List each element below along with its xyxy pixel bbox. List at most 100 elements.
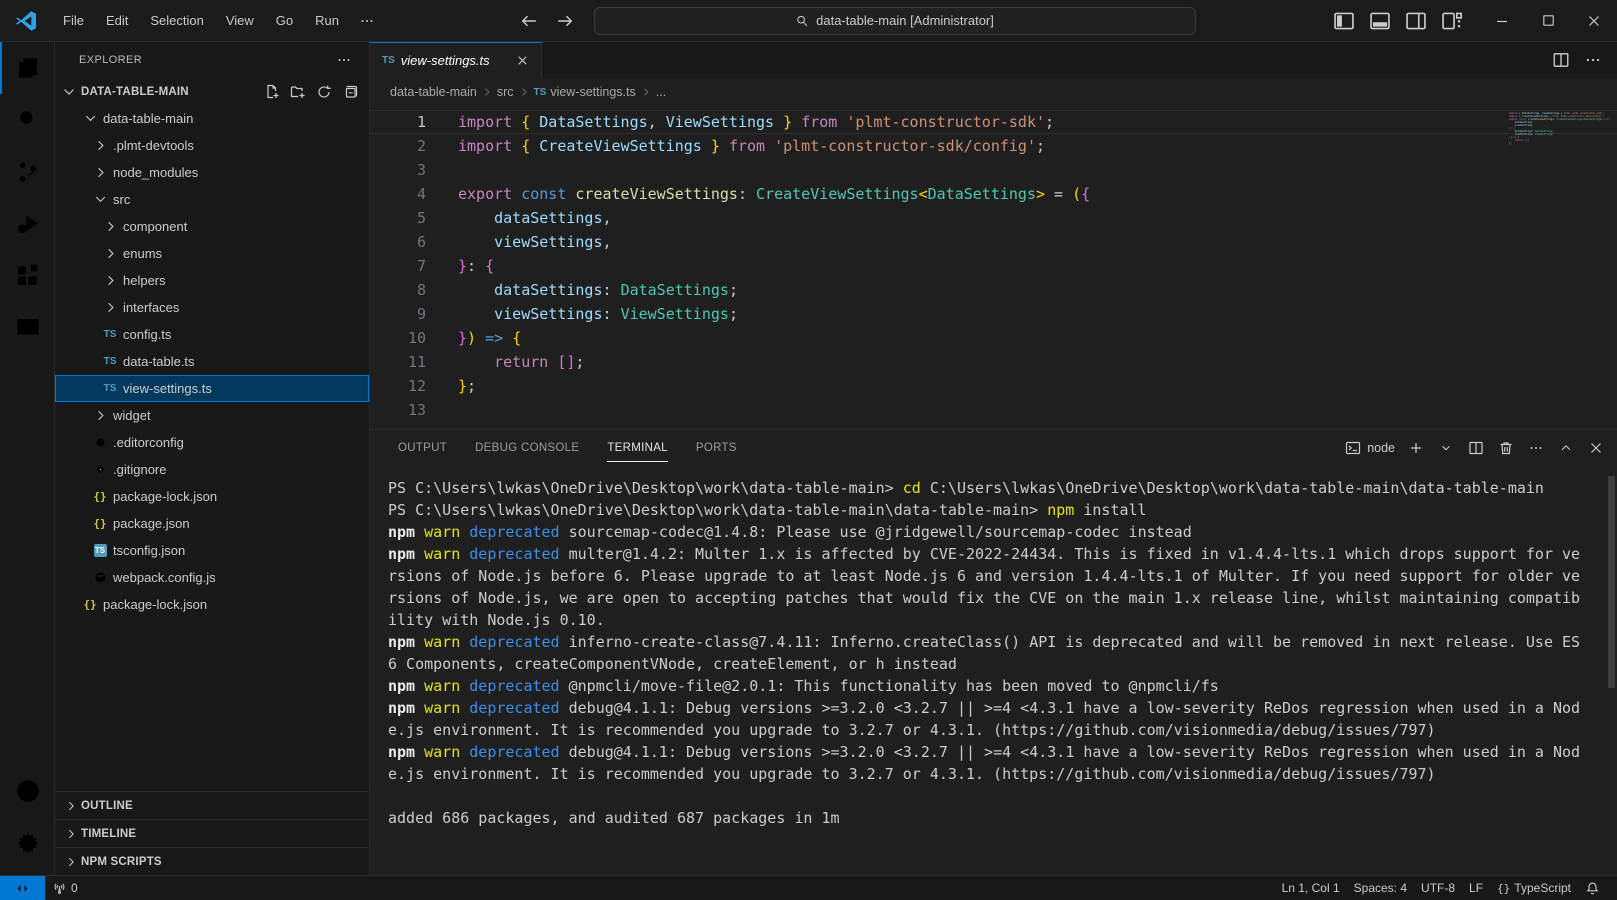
code-line-10[interactable]: 10}) => { — [370, 326, 1617, 350]
breadcrumb-item-data-table-main[interactable]: data-table-main — [390, 85, 477, 99]
tree-item-component[interactable]: component — [55, 213, 369, 240]
terminal-icon — [1344, 439, 1362, 457]
tree-item-data-table.ts[interactable]: TSdata-table.ts — [55, 348, 369, 375]
nav-forward-button[interactable] — [554, 10, 576, 32]
editor-more-actions-icon[interactable] — [1583, 50, 1603, 70]
breadcrumb-item-view-settings.ts[interactable]: TSview-settings.ts — [534, 85, 636, 99]
new-terminal-icon[interactable] — [1407, 439, 1425, 457]
code-line-7[interactable]: 7}: { — [370, 254, 1617, 278]
gear-file-icon — [91, 434, 109, 452]
code-line-8[interactable]: 8 dataSettings: DataSettings; — [370, 278, 1617, 302]
close-panel-icon[interactable] — [1587, 439, 1605, 457]
split-terminal-icon[interactable] — [1467, 439, 1485, 457]
activity-settings-icon[interactable] — [0, 817, 54, 869]
close-button[interactable] — [1571, 0, 1617, 42]
tree-item-package-lock.json[interactable]: {}package-lock.json — [55, 483, 369, 510]
maximize-button[interactable] — [1525, 0, 1571, 42]
tree-item-.gitignore[interactable]: .gitignore — [55, 456, 369, 483]
tree-item-config.ts[interactable]: TSconfig.ts — [55, 321, 369, 348]
tree-item-node-modules[interactable]: node_modules — [55, 159, 369, 186]
menu-view[interactable]: View — [215, 8, 265, 33]
terminal-shell-badge[interactable]: node — [1344, 439, 1395, 457]
remote-indicator[interactable] — [0, 876, 45, 900]
nav-back-button[interactable] — [518, 10, 540, 32]
status-lf[interactable]: LF — [1462, 881, 1490, 895]
status-typescript[interactable]: {}TypeScript — [1490, 881, 1578, 895]
code-editor[interactable]: 1import { DataSettings, ViewSettings } f… — [370, 106, 1617, 429]
activity-remote-explorer-icon[interactable] — [0, 302, 54, 354]
code-line-1[interactable]: 1import { DataSettings, ViewSettings } f… — [370, 110, 1617, 134]
minimap[interactable]: import { DataSettings, ViewSettings } fr… — [1509, 112, 1601, 145]
minimize-button[interactable] — [1479, 0, 1525, 42]
new-file-icon[interactable] — [263, 83, 281, 101]
code-line-11[interactable]: 11 return []; — [370, 350, 1617, 374]
menu-selection[interactable]: Selection — [139, 8, 214, 33]
tree-item-tsconfig.json[interactable]: TStsconfig.json — [55, 537, 369, 564]
activity-extensions-icon[interactable] — [0, 250, 54, 302]
refresh-icon[interactable] — [315, 83, 333, 101]
toggle-sidebar-icon[interactable] — [1331, 8, 1357, 34]
sidebar-section-outline[interactable]: OUTLINE — [55, 791, 369, 819]
tab-close-icon[interactable] — [513, 52, 531, 70]
status-notifications[interactable] — [1578, 881, 1607, 896]
panel-tab-debug-console[interactable]: DEBUG CONSOLE — [475, 433, 579, 462]
code-line-3[interactable]: 3 — [370, 158, 1617, 182]
activity-explorer-icon[interactable] — [0, 42, 54, 94]
activity-run-debug-icon[interactable] — [0, 198, 54, 250]
status-utf-8[interactable]: UTF-8 — [1414, 881, 1462, 895]
new-folder-icon[interactable] — [289, 83, 307, 101]
tree-item-package-lock.json[interactable]: {}package-lock.json — [55, 591, 369, 618]
menu-go[interactable]: Go — [265, 8, 304, 33]
tree-item-data-table-main[interactable]: data-table-main — [55, 105, 369, 132]
status-ln-1-col-1[interactable]: Ln 1, Col 1 — [1275, 881, 1347, 895]
tree-item-widget[interactable]: widget — [55, 402, 369, 429]
tree-item-interfaces[interactable]: interfaces — [55, 294, 369, 321]
breadcrumb-item-src[interactable]: src — [497, 85, 514, 99]
breadcrumb-item-...[interactable]: ... — [656, 85, 666, 99]
tree-item-enums[interactable]: enums — [55, 240, 369, 267]
menu-more-button[interactable] — [352, 8, 382, 34]
activity-account-icon[interactable] — [0, 765, 54, 817]
activity-search-icon[interactable] — [0, 94, 54, 146]
sidebar-section-npm-scripts[interactable]: NPM SCRIPTS — [55, 847, 369, 875]
code-line-2[interactable]: 2import { CreateViewSettings } from 'plm… — [370, 134, 1617, 158]
ports-status[interactable]: 0 — [45, 876, 85, 900]
terminal-output[interactable]: PS C:\Users\lwkas\OneDrive\Desktop\work\… — [370, 465, 1617, 875]
activity-source-control-icon[interactable] — [0, 146, 54, 198]
terminal-dropdown-icon[interactable] — [1437, 439, 1455, 457]
tree-item-.plmt-devtools[interactable]: .plmt-devtools — [55, 132, 369, 159]
tree-item-webpack.config.js[interactable]: webpack.config.js — [55, 564, 369, 591]
explorer-more-actions-icon[interactable] — [333, 49, 355, 71]
collapse-folders-icon[interactable] — [341, 83, 359, 101]
panel-scrollbar[interactable] — [1608, 476, 1615, 688]
workspace-section-header[interactable]: DATA-TABLE-MAIN — [55, 78, 369, 105]
code-line-9[interactable]: 9 viewSettings: ViewSettings; — [370, 302, 1617, 326]
code-line-13[interactable]: 13 — [370, 398, 1617, 422]
maximize-panel-icon[interactable] — [1557, 439, 1575, 457]
tree-item-view-settings.ts[interactable]: TSview-settings.ts — [55, 375, 369, 402]
menu-file[interactable]: File — [52, 8, 95, 33]
status-spaces-4[interactable]: Spaces: 4 — [1347, 881, 1414, 895]
menu-run[interactable]: Run — [304, 8, 350, 33]
customize-layout-icon[interactable] — [1439, 8, 1465, 34]
tab-view-settings[interactable]: TS view-settings.ts — [370, 42, 542, 78]
toggle-panel-icon[interactable] — [1367, 8, 1393, 34]
sidebar-section-timeline[interactable]: TIMELINE — [55, 819, 369, 847]
command-center-search[interactable]: data-table-main [Administrator] — [594, 7, 1196, 35]
panel-tab-terminal[interactable]: TERMINAL — [607, 433, 668, 462]
code-line-4[interactable]: 4export const createViewSettings: Create… — [370, 182, 1617, 206]
tree-item-helpers[interactable]: helpers — [55, 267, 369, 294]
panel-tab-ports[interactable]: PORTS — [696, 433, 737, 462]
tree-item-.editorconfig[interactable]: .editorconfig — [55, 429, 369, 456]
panel-tab-output[interactable]: OUTPUT — [398, 433, 447, 462]
toggle-secondary-sidebar-icon[interactable] — [1403, 8, 1429, 34]
code-line-12[interactable]: 12}; — [370, 374, 1617, 398]
kill-terminal-icon[interactable] — [1497, 439, 1515, 457]
tree-item-package.json[interactable]: {}package.json — [55, 510, 369, 537]
menu-edit[interactable]: Edit — [95, 8, 139, 33]
panel-more-actions-icon[interactable] — [1527, 439, 1545, 457]
split-editor-icon[interactable] — [1551, 50, 1571, 70]
code-line-6[interactable]: 6 viewSettings, — [370, 230, 1617, 254]
tree-item-src[interactable]: src — [55, 186, 369, 213]
code-line-5[interactable]: 5 dataSettings, — [370, 206, 1617, 230]
